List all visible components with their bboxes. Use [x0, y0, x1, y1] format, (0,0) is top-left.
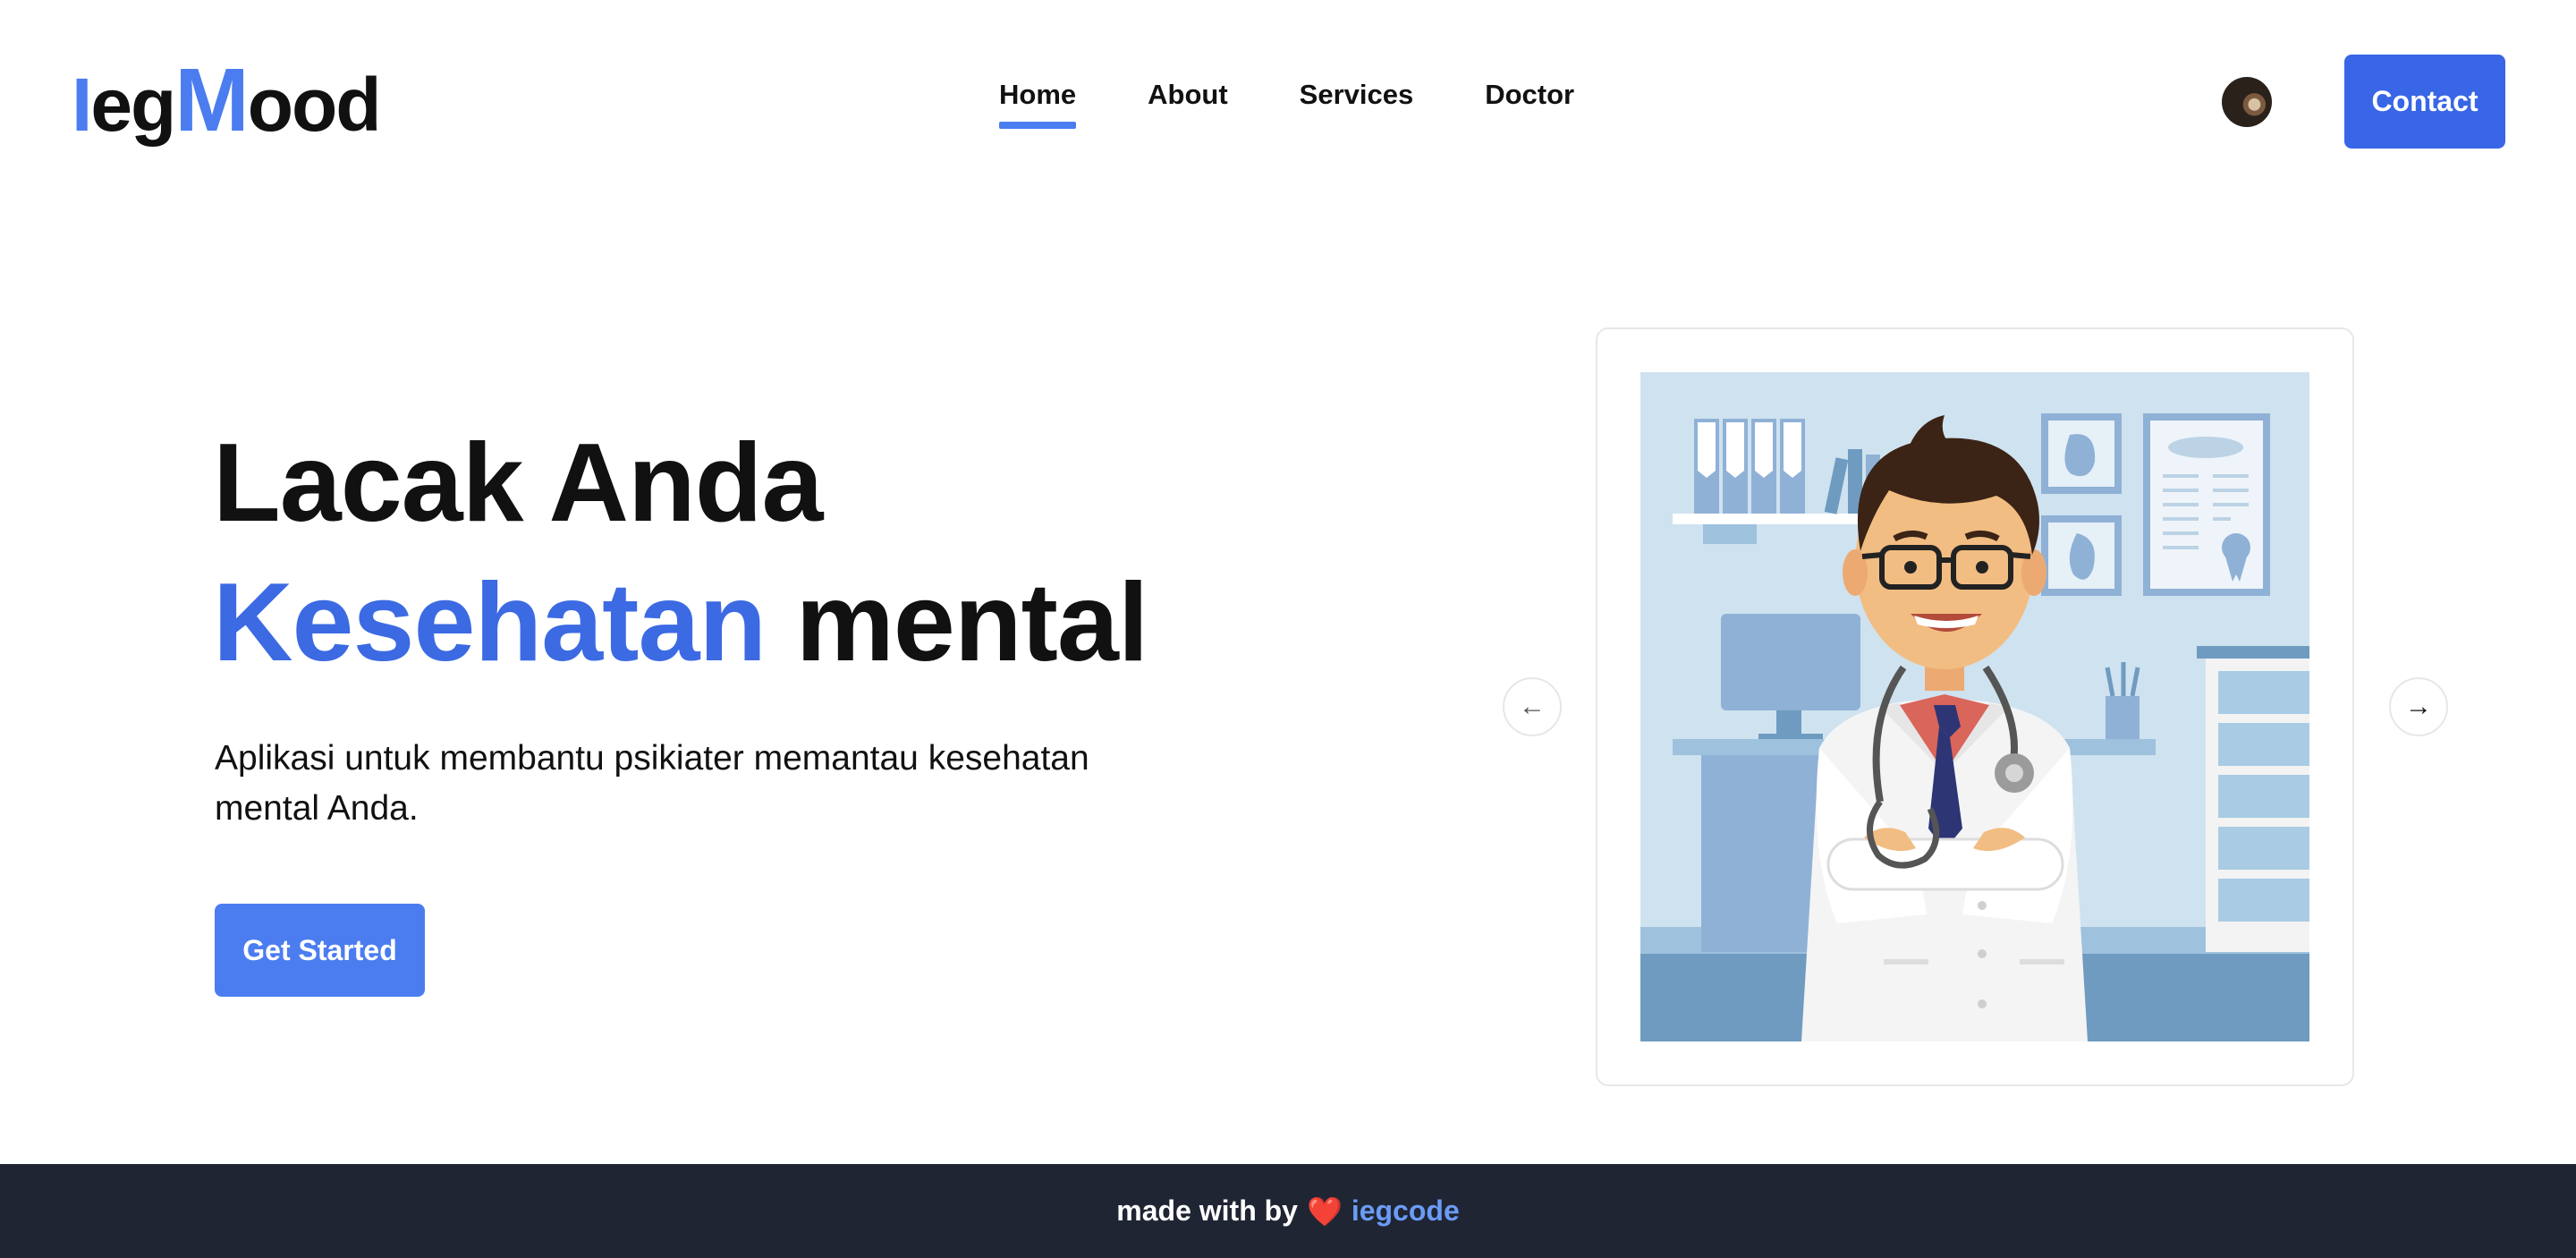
hero-title-line1: Lacak Anda: [213, 421, 823, 545]
nav-doctor[interactable]: Doctor: [1485, 79, 1574, 132]
footer-text: made with by: [1116, 1194, 1298, 1227]
get-started-button[interactable]: Get Started: [215, 904, 425, 997]
footer-author-link[interactable]: iegcode: [1352, 1194, 1460, 1228]
arrow-left-icon: ←: [1519, 692, 1546, 721]
carousel-prev-button[interactable]: ←: [1503, 677, 1562, 736]
hero-title-accent: Kesehatan: [213, 561, 767, 684]
nav-services[interactable]: Services: [1300, 79, 1414, 132]
arrow-right-icon: →: [2405, 692, 2432, 721]
logo-letter-m: M: [174, 50, 249, 150]
doctor-illustration: [1640, 372, 2309, 1041]
contact-button[interactable]: Contact: [2344, 55, 2505, 149]
main-nav: Home About Services Doctor: [999, 79, 1574, 132]
carousel-next-button[interactable]: →: [2389, 677, 2448, 736]
logo-letter-i: I: [72, 63, 92, 147]
avatar[interactable]: [2222, 77, 2272, 127]
logo-eg: eg: [90, 63, 176, 147]
logo[interactable]: IegMood: [72, 55, 382, 147]
hero-title-rest: mental: [795, 561, 1149, 684]
hero-description: Aplikasi untuk membantu psikiater memant…: [215, 739, 1089, 828]
logo-ood: ood: [247, 63, 382, 147]
heart-icon: ❤️: [1306, 1194, 1343, 1228]
carousel-card: [1596, 327, 2354, 1086]
nav-about[interactable]: About: [1148, 79, 1228, 132]
nav-home[interactable]: Home: [999, 79, 1077, 132]
site-header: IegMood Home About Services Doctor Conta…: [0, 0, 2576, 206]
hero-title: Lacak Anda Kesehatan mental: [213, 413, 1148, 693]
site-footer: made with by ❤️ iegcode: [0, 1164, 2576, 1258]
